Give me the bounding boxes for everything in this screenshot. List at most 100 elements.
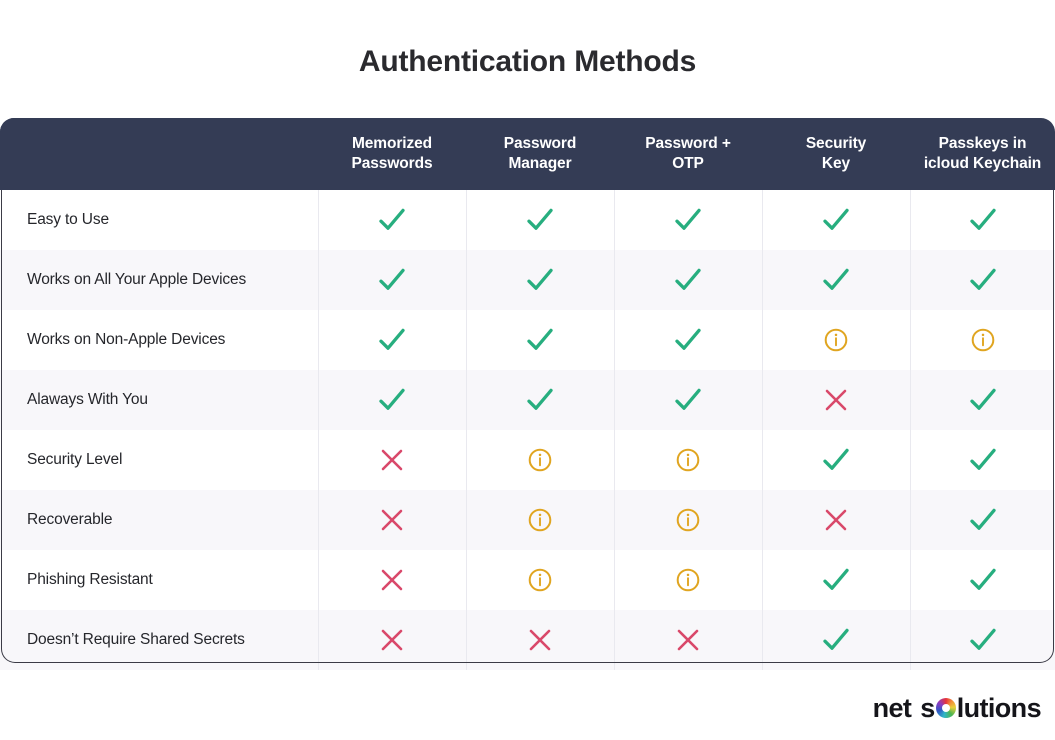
info-icon [527, 507, 553, 533]
cell-check-icon [614, 190, 763, 250]
check-icon [821, 447, 851, 473]
table-row: Works on All Your Apple Devices [0, 250, 1055, 310]
row-label: Phishing Resistant [0, 550, 319, 610]
net-solutions-logo: net s lutions [872, 693, 1042, 724]
check-icon [968, 627, 998, 653]
column-header-5: Passkeys in icloud Keychain [910, 118, 1055, 190]
row-label: Security Level [0, 430, 319, 490]
cell-check-icon [762, 550, 911, 610]
check-icon [525, 327, 555, 353]
cell-info-icon [614, 490, 763, 550]
info-icon [675, 567, 701, 593]
table-body: Easy to Use Works on All Your Apple Devic… [0, 190, 1055, 670]
cell-check-icon [614, 310, 763, 370]
check-icon [377, 387, 407, 413]
table-row: Works on Non-Apple Devices [0, 310, 1055, 370]
cross-icon [379, 507, 405, 533]
table-header: Memorized Passwords Password Manager Passwor… [0, 118, 1055, 190]
check-icon [673, 327, 703, 353]
logo-text-lutions: lutions [956, 693, 1042, 723]
cell-check-icon [910, 550, 1055, 610]
column-header-line1: Password [503, 135, 577, 153]
cell-info-icon [466, 490, 615, 550]
check-icon [673, 207, 703, 233]
check-icon [525, 207, 555, 233]
page-title: Authentication Methods [358, 45, 697, 78]
row-label: Works on All Your Apple Devices [0, 250, 319, 310]
cross-icon [379, 447, 405, 473]
header-corner-cell [0, 118, 318, 190]
check-icon [968, 447, 998, 473]
logo-text-net: net [872, 693, 912, 723]
table-header-row: Memorized Passwords Password Manager Passwor… [0, 118, 1055, 190]
cell-cross-icon [762, 370, 911, 430]
cross-icon [379, 627, 405, 653]
comparison-table-page: Authentication Methods Memorized Password… [0, 0, 1055, 740]
column-header-4: Security Key [762, 118, 910, 190]
column-header-line2: Key [821, 155, 851, 172]
row-label: Recoverable [0, 490, 319, 550]
table-row: Doesn’t Require Shared Secrets [0, 610, 1055, 670]
check-icon [821, 207, 851, 233]
cell-cross-icon [762, 490, 911, 550]
column-header-3: Password + OTP [614, 118, 762, 190]
cell-check-icon [910, 190, 1055, 250]
cell-info-icon [614, 550, 763, 610]
cell-info-icon [910, 310, 1055, 370]
cell-info-icon [466, 550, 615, 610]
column-header-line1: Security [805, 135, 867, 153]
column-header-1: Memorized Passwords [318, 118, 466, 190]
cell-info-icon [762, 310, 911, 370]
cross-icon [527, 627, 553, 653]
cell-check-icon [910, 430, 1055, 490]
check-icon [377, 267, 407, 293]
cell-check-icon [318, 190, 467, 250]
cell-check-icon [466, 310, 615, 370]
table-row: Security Level [0, 430, 1055, 490]
row-label: Doesn’t Require Shared Secrets [0, 610, 319, 670]
cell-cross-icon [318, 550, 467, 610]
cell-cross-icon [318, 610, 467, 670]
logo-rainbow-o-icon [935, 698, 956, 718]
comparison-table-container: Memorized Passwords Password Manager Passwor… [0, 118, 1055, 670]
table-row: Recoverable [0, 490, 1055, 550]
check-icon [673, 267, 703, 293]
cross-icon [823, 387, 849, 413]
cell-check-icon [762, 430, 911, 490]
cross-icon [675, 627, 701, 653]
table-row: Easy to Use [0, 190, 1055, 250]
cell-check-icon [318, 250, 467, 310]
cell-check-icon [910, 610, 1055, 670]
column-header-line2: Passwords [351, 155, 433, 172]
cell-check-icon [910, 370, 1055, 430]
check-icon [968, 267, 998, 293]
cell-check-icon [466, 190, 615, 250]
row-label: Works on Non-Apple Devices [0, 310, 319, 370]
table-row: Phishing Resistant [0, 550, 1055, 610]
cell-check-icon [318, 310, 467, 370]
info-icon [675, 507, 701, 533]
info-icon [970, 327, 996, 353]
info-icon [527, 567, 553, 593]
column-header-2: Password Manager [466, 118, 614, 190]
check-icon [968, 567, 998, 593]
cross-icon [379, 567, 405, 593]
cell-check-icon [762, 190, 911, 250]
column-header-line1: Passkeys in [938, 135, 1027, 153]
check-icon [968, 507, 998, 533]
cell-check-icon [466, 370, 615, 430]
cell-info-icon [466, 430, 615, 490]
cell-cross-icon [466, 610, 615, 670]
info-icon [823, 327, 849, 353]
logo-text-s: s [920, 693, 935, 723]
check-icon [821, 267, 851, 293]
cell-check-icon [910, 490, 1055, 550]
comparison-table: Memorized Passwords Password Manager Passwor… [0, 118, 1055, 670]
column-header-line2: Manager [508, 155, 572, 172]
check-icon [821, 567, 851, 593]
column-header-line1: Memorized [351, 135, 433, 153]
cell-check-icon [762, 610, 911, 670]
cell-info-icon [614, 430, 763, 490]
row-label: Easy to Use [0, 190, 319, 250]
column-header-line2: OTP [672, 155, 704, 172]
